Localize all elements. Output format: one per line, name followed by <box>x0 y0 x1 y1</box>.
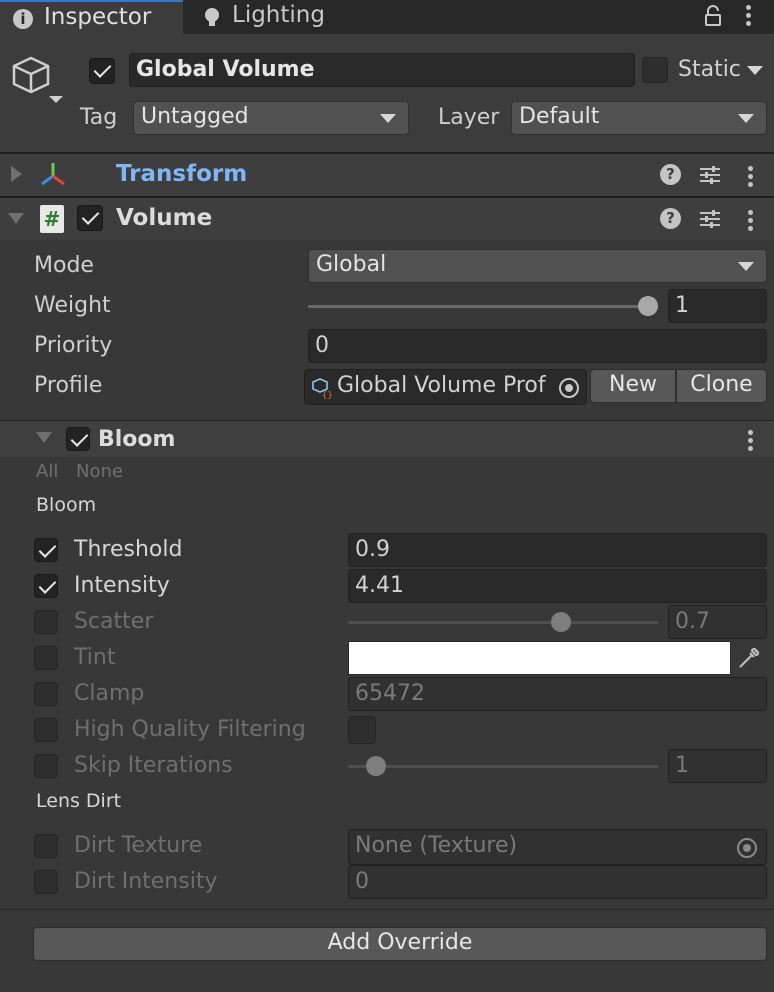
priority-label: Priority <box>34 333 113 358</box>
volume-enabled-checkbox[interactable] <box>77 205 103 231</box>
hq-filtering-override-checkbox[interactable] <box>34 718 58 742</box>
eyedropper-icon[interactable] <box>736 645 762 671</box>
profile-label: Profile <box>34 373 103 398</box>
clone-profile-button[interactable]: Clone <box>676 369 767 403</box>
profile-field[interactable]: {} Global Volume Prof <box>304 369 587 405</box>
info-icon: i <box>13 9 33 29</box>
tint-label: Tint <box>74 645 116 670</box>
help-icon[interactable]: ? <box>660 164 681 185</box>
volume-profile-icon: {} <box>312 378 333 399</box>
weight-label: Weight <box>34 293 111 318</box>
tab-inspector-label: Inspector <box>44 4 152 30</box>
static-dropdown-icon[interactable] <box>747 66 763 75</box>
dirt-intensity-override-checkbox[interactable] <box>34 870 58 894</box>
help-icon[interactable]: ? <box>660 208 681 229</box>
scatter-override-checkbox[interactable] <box>34 610 58 634</box>
expand-arrow-icon[interactable] <box>11 166 22 182</box>
threshold-label: Threshold <box>74 537 183 562</box>
tag-label: Tag <box>80 105 118 130</box>
tab-inspector[interactable]: i Inspector <box>0 0 183 36</box>
weight-slider-thumb[interactable] <box>638 296 658 316</box>
bloom-more-icon[interactable] <box>746 428 754 454</box>
scatter-field[interactable]: 0.7 <box>668 605 767 639</box>
lightbulb-icon <box>205 8 219 26</box>
transform-more-icon[interactable] <box>746 164 754 190</box>
divider <box>0 909 774 910</box>
mode-dropdown[interactable]: Global <box>308 249 767 283</box>
object-active-checkbox[interactable] <box>89 58 115 84</box>
object-picker-icon[interactable] <box>559 378 579 398</box>
collapse-arrow-icon[interactable] <box>8 213 24 224</box>
dirt-texture-value: None (Texture) <box>355 833 518 858</box>
threshold-field[interactable]: 0.9 <box>348 533 767 567</box>
scatter-slider-track[interactable] <box>348 621 658 624</box>
layer-dropdown[interactable]: Default <box>511 101 767 135</box>
select-none-link[interactable]: None <box>76 461 123 482</box>
lock-icon[interactable] <box>703 5 723 27</box>
intensity-field[interactable]: 4.41 <box>348 569 767 603</box>
tab-lighting[interactable]: Lighting <box>192 0 342 34</box>
collapse-arrow-icon[interactable] <box>36 432 52 443</box>
chevron-down-icon <box>380 114 396 123</box>
section-header-lens-dirt: Lens Dirt <box>36 790 122 812</box>
tint-override-checkbox[interactable] <box>34 646 58 670</box>
dirt-intensity-field[interactable]: 0 <box>348 865 767 899</box>
section-header-bloom: Bloom <box>36 494 97 516</box>
dirt-texture-field[interactable]: None (Texture) <box>348 829 767 865</box>
object-picker-icon[interactable] <box>737 838 757 858</box>
script-icon: # <box>40 205 64 233</box>
threshold-override-checkbox[interactable] <box>34 538 58 562</box>
new-profile-button[interactable]: New <box>590 369 676 403</box>
profile-value: Global Volume Prof <box>337 373 546 398</box>
skip-iterations-slider-track[interactable] <box>348 765 658 768</box>
chevron-down-icon <box>738 262 754 271</box>
transform-title: Transform <box>116 161 248 187</box>
tint-color-swatch[interactable] <box>348 641 731 675</box>
clamp-override-checkbox[interactable] <box>34 682 58 706</box>
bloom-enabled-checkbox[interactable] <box>66 427 90 451</box>
intensity-override-checkbox[interactable] <box>34 574 58 598</box>
mode-value: Global <box>316 252 387 277</box>
skip-iterations-override-checkbox[interactable] <box>34 754 58 778</box>
layer-label: Layer <box>438 105 500 130</box>
dirt-texture-override-checkbox[interactable] <box>34 834 58 858</box>
scatter-label: Scatter <box>74 609 154 634</box>
static-label: Static <box>678 57 741 82</box>
tag-value: Untagged <box>141 104 249 129</box>
weight-slider-track[interactable] <box>308 305 658 308</box>
mode-label: Mode <box>34 253 94 278</box>
hq-filtering-checkbox[interactable] <box>348 716 376 744</box>
priority-field[interactable]: 0 <box>308 329 767 363</box>
transform-axes-icon <box>41 163 65 186</box>
tag-dropdown[interactable]: Untagged <box>133 101 409 135</box>
object-name-field[interactable]: Global Volume <box>129 53 635 87</box>
dirt-intensity-label: Dirt Intensity <box>74 869 218 894</box>
static-checkbox[interactable] <box>642 57 668 83</box>
select-all-link[interactable]: All <box>36 461 58 482</box>
dirt-texture-label: Dirt Texture <box>74 833 203 858</box>
bloom-title: Bloom <box>98 427 176 452</box>
tab-lighting-label: Lighting <box>232 2 325 28</box>
volume-title: Volume <box>116 205 213 231</box>
presets-icon[interactable] <box>698 207 722 231</box>
clamp-field[interactable]: 65472 <box>348 677 767 711</box>
layer-value: Default <box>519 104 600 129</box>
clamp-label: Clamp <box>74 681 145 706</box>
skip-iterations-field[interactable]: 1 <box>668 749 767 783</box>
chevron-down-icon <box>738 114 754 123</box>
intensity-label: Intensity <box>74 573 170 598</box>
gameobject-cube-icon[interactable] <box>8 54 68 110</box>
add-override-button[interactable]: Add Override <box>33 927 767 961</box>
scatter-slider-thumb[interactable] <box>551 612 571 632</box>
tab-more-icon[interactable] <box>744 3 752 29</box>
skip-iterations-slider-thumb[interactable] <box>366 756 386 776</box>
weight-field[interactable]: 1 <box>668 289 767 323</box>
presets-icon[interactable] <box>698 163 722 187</box>
svg-text:{}: {} <box>322 391 333 399</box>
skip-iterations-label: Skip Iterations <box>74 753 233 778</box>
volume-more-icon[interactable] <box>746 208 754 234</box>
hq-filtering-label: High Quality Filtering <box>74 717 306 742</box>
